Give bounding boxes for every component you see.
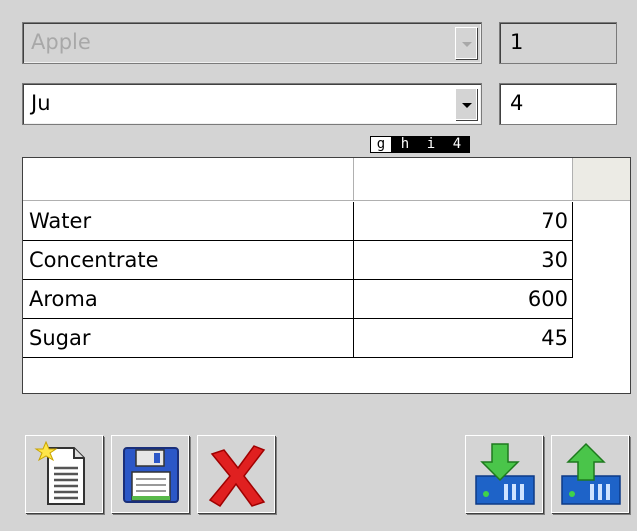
key-hint-strip: g h i 4 bbox=[370, 136, 470, 153]
variant-combo[interactable]: Ju bbox=[22, 83, 482, 125]
export-button[interactable] bbox=[551, 435, 629, 513]
row-amount[interactable]: 45 bbox=[354, 319, 573, 357]
key-hint-h[interactable]: h bbox=[392, 136, 418, 153]
variant-qty-value: 4 bbox=[510, 91, 524, 115]
product-qty-value: 1 bbox=[510, 30, 524, 54]
variant-combo-value: Ju bbox=[31, 91, 51, 115]
chevron-down-icon bbox=[455, 27, 477, 59]
ingredients-table[interactable]: Water 70 Concentrate 30 Aroma 600 Sugar … bbox=[22, 157, 631, 394]
row-name[interactable]: Concentrate bbox=[25, 241, 354, 279]
row-name[interactable]: Sugar bbox=[25, 319, 354, 357]
table-row[interactable]: Aroma 600 bbox=[23, 280, 574, 319]
row-amount[interactable]: 600 bbox=[354, 280, 573, 318]
row-amount[interactable]: 70 bbox=[354, 202, 573, 240]
column-header-amount[interactable] bbox=[354, 158, 573, 201]
variant-qty-field[interactable]: 4 bbox=[499, 83, 617, 125]
column-header-filler bbox=[573, 158, 630, 201]
new-document-icon bbox=[34, 440, 85, 505]
row-name[interactable]: Aroma bbox=[25, 280, 354, 318]
download-in-icon bbox=[475, 443, 535, 505]
key-hint-4[interactable]: 4 bbox=[444, 136, 470, 153]
column-header-name[interactable] bbox=[23, 158, 354, 201]
chevron-down-icon[interactable] bbox=[455, 88, 477, 120]
row-name[interactable]: Water bbox=[25, 202, 354, 240]
delete-button[interactable] bbox=[197, 435, 275, 513]
upload-out-icon bbox=[561, 442, 621, 505]
save-button[interactable] bbox=[111, 435, 189, 513]
table-row[interactable]: Concentrate 30 bbox=[23, 241, 574, 280]
new-button[interactable] bbox=[25, 435, 103, 513]
product-combo-value: Apple bbox=[31, 30, 91, 54]
import-button[interactable] bbox=[465, 435, 543, 513]
table-row[interactable]: Water 70 bbox=[23, 202, 574, 241]
product-combo: Apple bbox=[22, 22, 482, 64]
key-hint-i[interactable]: i bbox=[418, 136, 444, 153]
product-qty-field: 1 bbox=[499, 22, 617, 64]
table-row[interactable]: Sugar 45 bbox=[23, 319, 574, 358]
row-amount[interactable]: 30 bbox=[354, 241, 573, 279]
delete-x-icon bbox=[208, 445, 266, 507]
save-floppy-icon bbox=[123, 447, 179, 503]
key-hint-g[interactable]: g bbox=[370, 136, 392, 153]
